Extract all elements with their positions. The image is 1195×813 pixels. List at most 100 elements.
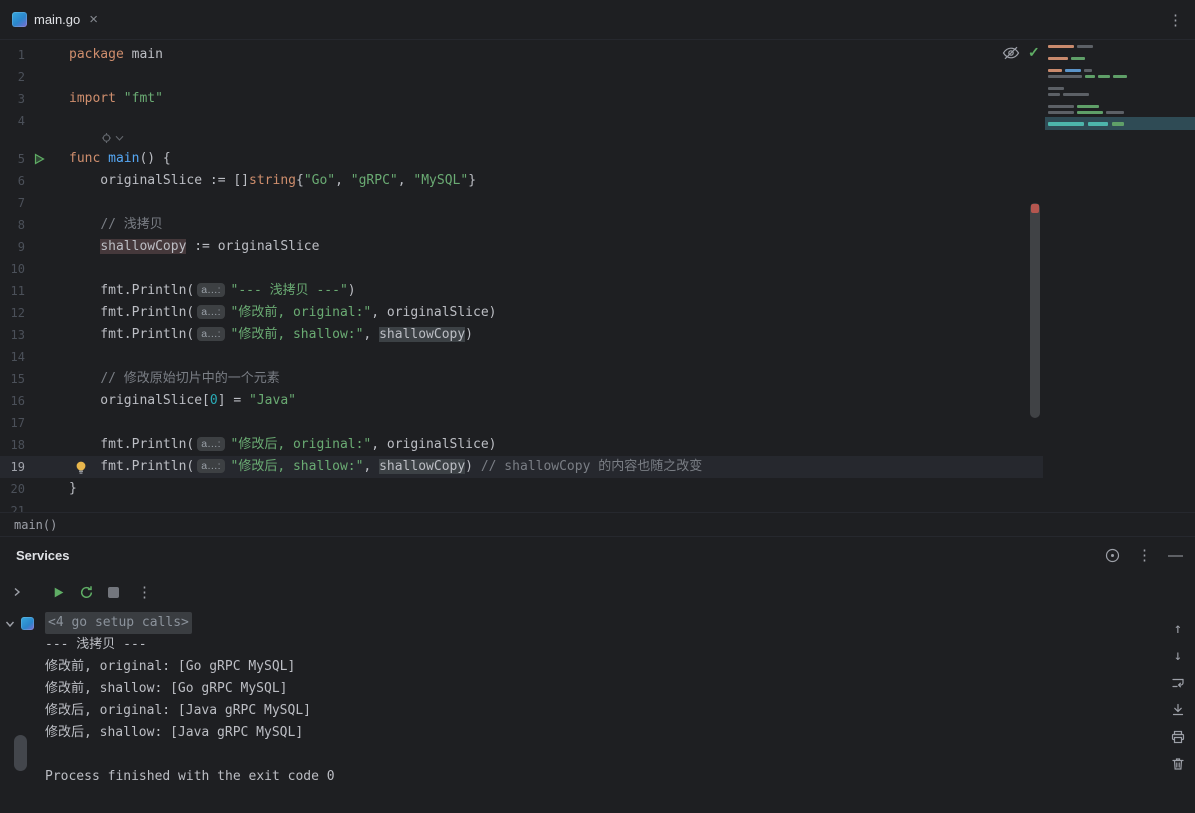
line-number: 20: [10, 482, 25, 496]
run-console[interactable]: <4 go setup calls> --- 浅拷贝 --- 修改前, origin…: [0, 610, 1195, 813]
minimap-segment: [1048, 93, 1060, 96]
code-editor[interactable]: 1 package main 2 3 import "fmt" 4 5 func main()…: [0, 40, 1195, 512]
console-line[interactable]: 修改后, original: [Java gRPC MySQL]: [45, 700, 1155, 722]
breadcrumb-main[interactable]: main(): [14, 518, 57, 532]
editor-scrollbar-thumb[interactable]: [1030, 203, 1040, 418]
token-num: 0: [209, 393, 218, 408]
parameter-hint-badge[interactable]: a…:: [197, 459, 225, 473]
tab-main-go[interactable]: main.go ×: [0, 0, 110, 39]
code-line[interactable]: 12 fmt.Println(a…: "修改前, original:", orig…: [0, 302, 1043, 324]
code-line[interactable]: 14: [0, 346, 1043, 368]
gutter-slot: [25, 324, 69, 346]
editor-tab-bar: main.go × ⋮: [0, 0, 1195, 40]
line-number: 17: [10, 416, 25, 430]
console-line[interactable]: <4 go setup calls>: [45, 612, 1155, 634]
token-kw: import: [69, 91, 116, 106]
code-line[interactable]: 5 func main() {: [0, 148, 1043, 170]
soft-wrap-icon[interactable]: [1168, 672, 1189, 693]
code-line[interactable]: 21: [0, 500, 1043, 512]
clear-trash-icon[interactable]: [1168, 753, 1189, 774]
intention-bulb-icon[interactable]: [74, 460, 88, 475]
token-str: "修改后, shallow:": [230, 459, 364, 474]
console-line[interactable]: 修改后, shallow: [Java gRPC MySQL]: [45, 722, 1155, 744]
line-number: 21: [10, 504, 25, 512]
locate-icon[interactable]: [1104, 547, 1121, 564]
down-arrow-icon[interactable]: ↓: [1168, 645, 1189, 666]
services-more-kebab-icon[interactable]: ⋮: [1137, 548, 1152, 563]
line-number: 8: [17, 218, 25, 232]
line-number: 3: [17, 92, 25, 106]
console-line[interactable]: --- 浅拷贝 ---: [45, 634, 1155, 656]
chevron-right-icon[interactable]: [10, 585, 24, 599]
code-line[interactable]: 13 fmt.Println(a…: "修改前, shallow:", shall…: [0, 324, 1043, 346]
rerun-button[interactable]: [79, 585, 94, 600]
code-line[interactable]: 9 shallowCopy := originalSlice: [0, 236, 1043, 258]
toolbar-kebab-icon[interactable]: ⋮: [137, 583, 152, 601]
code-line[interactable]: 15 // 修改原始切片中的一个元素: [0, 368, 1043, 390]
code-line[interactable]: 11 fmt.Println(a…: "--- 浅拷贝 ---"): [0, 280, 1043, 302]
gutter-slot: [25, 148, 69, 170]
parameter-hint-badge[interactable]: a…:: [197, 305, 225, 319]
code-line[interactable]: 16 originalSlice[0] = "Java": [0, 390, 1043, 412]
minimap-row: [1048, 87, 1195, 90]
stop-button[interactable]: [108, 586, 119, 598]
hide-tool-window-icon[interactable]: —: [1168, 548, 1183, 563]
token-def: [69, 371, 100, 386]
code-text: fmt.Println(a…: "修改前, shallow:", shallowC…: [69, 324, 473, 346]
gutter-slot: [25, 434, 69, 456]
run-button[interactable]: [52, 586, 65, 599]
minimap-viewport[interactable]: [1045, 117, 1195, 130]
code-line[interactable]: 19 fmt.Println(a…: "修改后, shallow:", shall…: [0, 456, 1043, 478]
code-line[interactable]: 10: [0, 258, 1043, 280]
run-icon[interactable]: [33, 153, 45, 165]
gutter-slot: [25, 390, 69, 412]
code-line[interactable]: 3 import "fmt": [0, 88, 1043, 110]
token-def: ] =: [217, 393, 250, 408]
inspections-ok-check-icon[interactable]: ✓: [1028, 44, 1040, 61]
minimap[interactable]: [1045, 43, 1195, 135]
code-line[interactable]: 2: [0, 66, 1043, 88]
gutter-slot: [25, 88, 69, 110]
console-line[interactable]: 修改前, shallow: [Go gRPC MySQL]: [45, 678, 1155, 700]
token-def: originalSlice[: [69, 393, 210, 408]
code-line[interactable]: 18 fmt.Println(a…: "修改后, original:", orig…: [0, 434, 1043, 456]
code-vision-widget[interactable]: [101, 132, 127, 144]
editor-options-kebab-icon[interactable]: ⋮: [1168, 0, 1183, 40]
chevron-down-icon[interactable]: [3, 617, 17, 631]
scroll-to-end-icon[interactable]: [1168, 699, 1189, 720]
line-number: 12: [10, 306, 25, 320]
code-line[interactable]: 1 package main: [0, 44, 1043, 66]
parameter-hint-badge[interactable]: a…:: [197, 283, 225, 297]
console-side-toolbar: ↑ ↓: [1161, 618, 1195, 774]
code-line[interactable]: 6 originalSlice := []string{"Go", "gRPC"…: [0, 170, 1043, 192]
up-arrow-icon[interactable]: ↑: [1168, 618, 1189, 639]
gutter-slot: [25, 456, 69, 478]
token-str: "修改前, original:": [230, 305, 372, 320]
print-icon[interactable]: [1168, 726, 1189, 747]
tab-close-icon[interactable]: ×: [89, 12, 98, 27]
minimap-segment: [1048, 87, 1064, 90]
gutter-slot: [25, 214, 69, 236]
services-scrollbar-thumb[interactable]: [14, 735, 27, 771]
parameter-hint-badge[interactable]: a…:: [197, 327, 225, 341]
code-line[interactable]: 4: [0, 110, 1043, 132]
go-run-config-icon[interactable]: [21, 617, 34, 630]
parameter-hint-badge[interactable]: a…:: [197, 437, 225, 451]
console-line[interactable]: Process finished with the exit code 0: [45, 766, 1155, 788]
code-text: originalSlice[0] = "Java": [69, 390, 296, 412]
minimap-segment: [1048, 121, 1084, 126]
code-line[interactable]: 7: [0, 192, 1043, 214]
gutter-slot: [25, 110, 69, 132]
code-line[interactable]: 20}: [0, 478, 1043, 500]
code-vision-row[interactable]: [0, 132, 1043, 148]
console-line[interactable]: [45, 744, 1155, 766]
folded-region-chip[interactable]: <4 go setup calls>: [45, 612, 192, 634]
error-stripe-mark[interactable]: [1031, 204, 1039, 213]
console-line[interactable]: 修改前, original: [Go gRPC MySQL]: [45, 656, 1155, 678]
code-line[interactable]: 17: [0, 412, 1043, 434]
code-line[interactable]: 8 // 浅拷贝: [0, 214, 1043, 236]
highlighting-eye-icon[interactable]: [1002, 46, 1020, 60]
gutter-slot: [25, 368, 69, 390]
line-number: 13: [10, 328, 25, 342]
token-str: "fmt": [123, 91, 163, 106]
